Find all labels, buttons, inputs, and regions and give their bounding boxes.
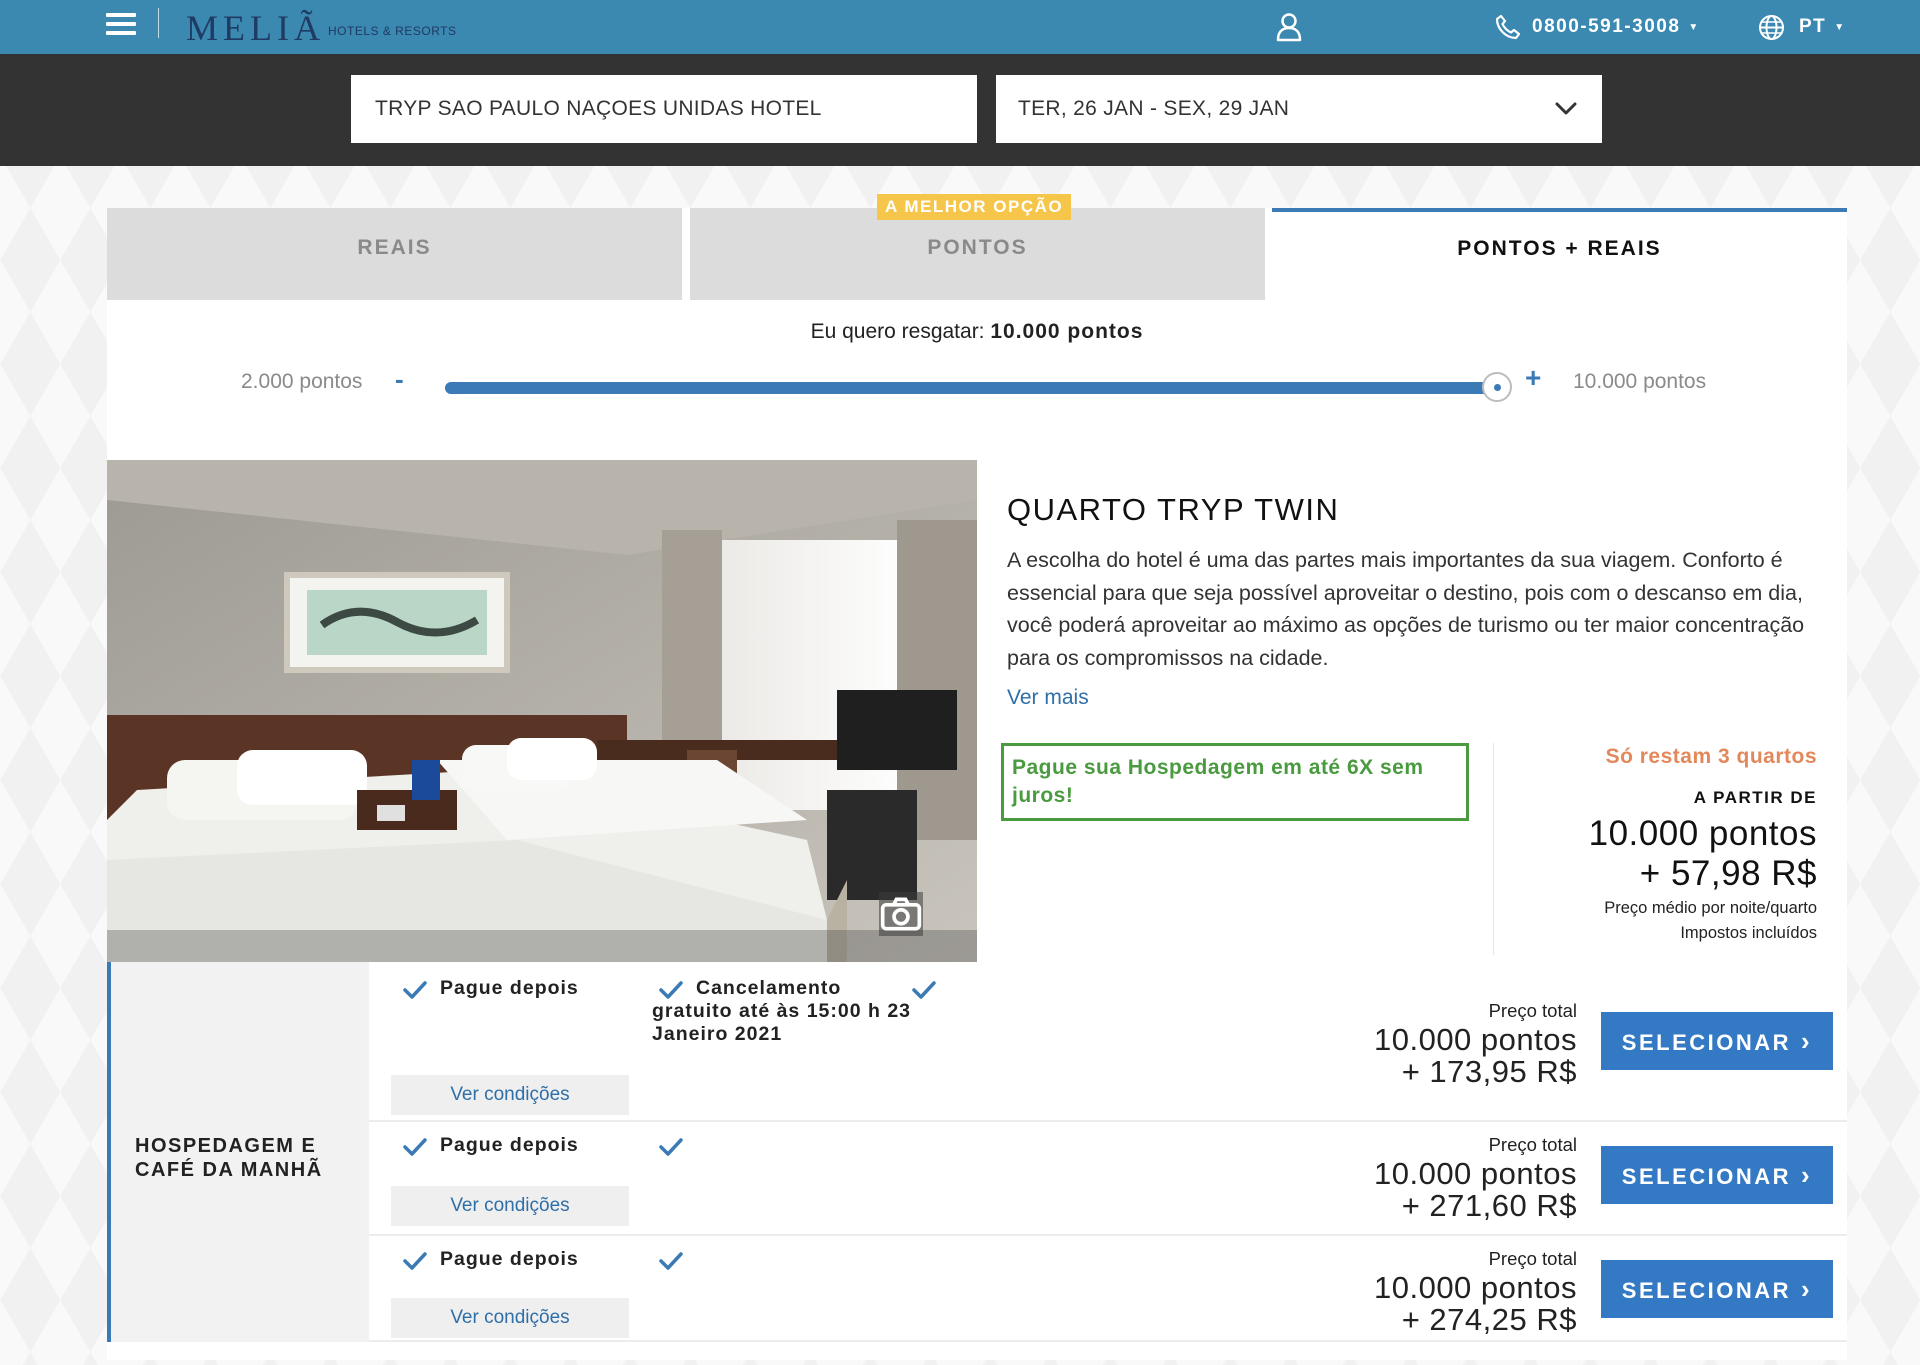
check-icon <box>659 1252 683 1270</box>
availability-notice: Só restam 3 quartos <box>1605 745 1817 768</box>
total-price-label: Preço total <box>1488 1134 1577 1155</box>
date-range-selector[interactable]: TER, 26 JAN - SEX, 29 JAN <box>996 75 1602 143</box>
total-price-points: 10.000 pontos <box>1373 1022 1577 1057</box>
slider-max-label: 10.000 pontos <box>1573 370 1707 393</box>
from-price-label: A PARTIR DE <box>1693 788 1817 807</box>
brand-logo[interactable]: MELIÃ <box>186 8 325 48</box>
total-price-label: Preço total <box>1488 1000 1577 1021</box>
installments-promo: Pague sua Hospedagem em até 6X sem juros… <box>1001 743 1469 821</box>
select-button-label: SELECIONAR <box>1621 1030 1792 1055</box>
caret-down-icon: ▼ <box>1688 21 1699 33</box>
view-conditions-button[interactable]: Ver condições <box>391 1298 629 1338</box>
gallery-camera-icon[interactable] <box>879 892 923 936</box>
total-price-money: + 271,60 R$ <box>1401 1188 1577 1223</box>
select-rate-button[interactable]: SELECIONAR › <box>1601 1260 1833 1318</box>
globe-icon <box>1759 14 1784 40</box>
average-price-note: Preço médio por noite/quarto <box>1604 899 1817 917</box>
tab-reais[interactable]: REAIS <box>107 208 682 300</box>
language-label: PT <box>1799 16 1827 37</box>
redeem-value: 10.000 pontos <box>990 320 1144 343</box>
menu-icon[interactable] <box>106 13 136 37</box>
divider <box>1493 743 1494 955</box>
increase-points-button[interactable]: + <box>1525 362 1541 394</box>
rate-row: Pague depois Ver condições Preço total 1… <box>369 1236 1847 1342</box>
room-rates-card: REAIS PONTOS A MELHOR OPÇÃO PONTOS + REA… <box>107 194 1847 1360</box>
total-price-money: + 173,95 R$ <box>1401 1054 1577 1089</box>
decrease-points-button[interactable]: - <box>395 364 404 395</box>
slider-fill <box>445 382 1497 394</box>
chevron-right-icon: › <box>1801 1160 1813 1190</box>
language-selector[interactable]: PT ▼ <box>1758 12 1844 42</box>
room-photo-image <box>107 460 977 962</box>
payment-option-label: Pague depois <box>440 1248 579 1270</box>
check-icon <box>403 1252 427 1270</box>
points-slider: 2.000 pontos - + 10.000 pontos <box>107 358 1847 428</box>
check-icon <box>403 1138 427 1156</box>
rate-row: Pague depois Ver condições Preço total 1… <box>369 1122 1847 1236</box>
chevron-right-icon: › <box>1801 1274 1813 1304</box>
total-price-label: Preço total <box>1488 1248 1577 1269</box>
payment-option-label: Pague depois <box>440 1134 579 1156</box>
from-price-points: 10.000 pontos <box>1588 814 1817 853</box>
phone-selector[interactable]: 0800-591-3008 ▼ <box>1494 12 1698 42</box>
slider-track[interactable] <box>445 372 1512 402</box>
view-conditions-button[interactable]: Ver condições <box>391 1186 629 1226</box>
room-description: A escolha do hotel é uma das partes mais… <box>1007 548 1805 670</box>
rate-options: HOSPEDAGEM E CAFÉ DA MANHÃ Pague depois … <box>107 962 1847 1360</box>
taxes-note: Impostos incluídos <box>1680 924 1817 942</box>
see-more-link[interactable]: Ver mais <box>1007 686 1089 710</box>
total-price-points: 10.000 pontos <box>1373 1156 1577 1191</box>
divider <box>158 8 159 38</box>
check-icon <box>403 981 427 999</box>
total-price-points: 10.000 pontos <box>1373 1270 1577 1305</box>
cancellation-policy: Cancelamento gratuito até às 15:00 h 23 … <box>652 977 912 1045</box>
chevron-down-icon <box>1555 102 1577 115</box>
date-range-label: TER, 26 JAN - SEX, 29 JAN <box>1018 97 1290 120</box>
tab-pontos[interactable]: PONTOS <box>690 208 1265 300</box>
brand-subtitle: HOTELS & RESORTS <box>328 24 457 38</box>
select-rate-button[interactable]: SELECIONAR › <box>1601 1146 1833 1204</box>
user-account-icon[interactable] <box>1275 12 1303 42</box>
total-price-money: + 274,25 R$ <box>1401 1302 1577 1337</box>
check-icon <box>912 981 936 999</box>
select-button-label: SELECIONAR <box>1621 1164 1792 1189</box>
top-navigation-bar: MELIÃ HOTELS & RESORTS 0800-591-3008 ▼ P… <box>0 0 1920 54</box>
payment-option-label: Pague depois <box>440 977 579 999</box>
room-title: QUARTO TRYP TWIN <box>1007 492 1340 527</box>
phone-icon <box>1495 14 1521 40</box>
phone-number: 0800-591-3008 <box>1532 16 1681 37</box>
from-price-money: + 57,98 R$ <box>1639 854 1817 893</box>
board-type-label: HOSPEDAGEM E CAFÉ DA MANHÃ <box>135 1135 323 1181</box>
hotel-search-input[interactable]: TRYP SAO PAULO NAÇOES UNIDAS HOTEL <box>351 75 977 143</box>
slider-min-label: 2.000 pontos <box>241 370 363 393</box>
select-button-label: SELECIONAR <box>1621 1278 1792 1303</box>
redeem-prefix: Eu quero resgatar: <box>810 320 991 343</box>
view-conditions-button[interactable]: Ver condições <box>391 1075 629 1115</box>
board-type-panel: HOSPEDAGEM E CAFÉ DA MANHÃ <box>107 962 369 1342</box>
tab-pontos-reais[interactable]: PONTOS + REAIS <box>1272 208 1847 300</box>
check-icon <box>659 1138 683 1156</box>
chevron-right-icon: › <box>1801 1026 1813 1056</box>
best-option-badge: A MELHOR OPÇÃO <box>877 194 1072 220</box>
select-rate-button[interactable]: SELECIONAR › <box>1601 1012 1833 1070</box>
room-photo[interactable] <box>107 460 977 962</box>
redeem-label: Eu quero resgatar: 10.000 pontos <box>107 320 1847 344</box>
search-bar: TRYP SAO PAULO NAÇOES UNIDAS HOTEL TER, … <box>0 54 1920 166</box>
payment-tabs: REAIS PONTOS A MELHOR OPÇÃO PONTOS + REA… <box>107 194 1847 300</box>
slider-handle[interactable] <box>1482 372 1512 402</box>
caret-down-icon: ▼ <box>1834 21 1845 33</box>
rate-row: Pague depois Cancelamento gratuito até à… <box>369 962 1847 1122</box>
